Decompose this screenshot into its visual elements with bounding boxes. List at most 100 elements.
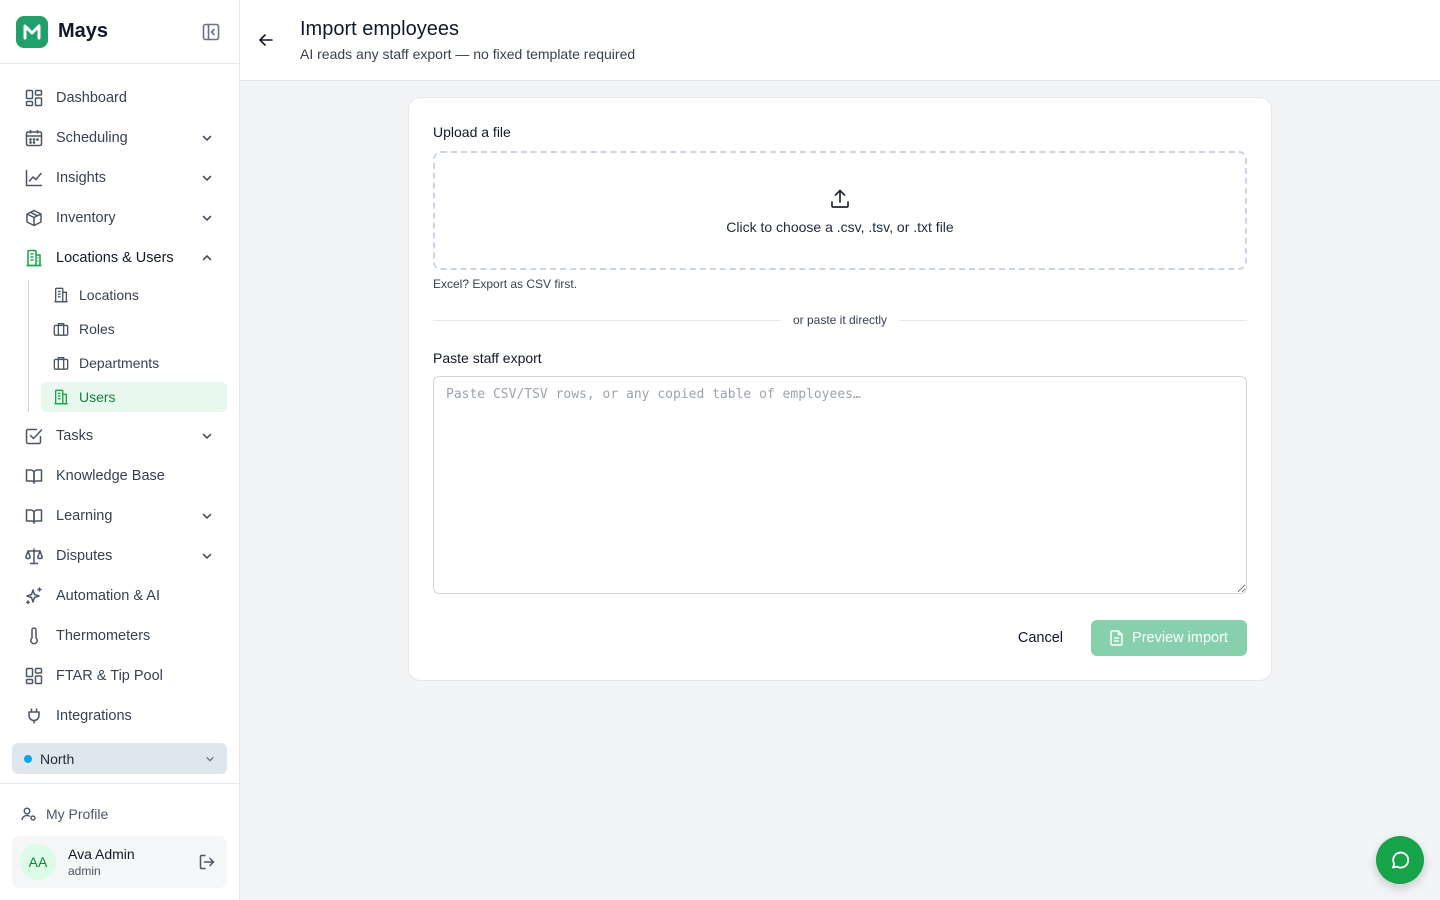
collapse-sidebar-icon[interactable] [199, 20, 223, 44]
divider-line [433, 319, 781, 321]
sidebar-item-label: FTAR & Tip Pool [56, 668, 163, 684]
chart-line-icon [24, 168, 44, 188]
sidebar-item-thermometers[interactable]: Thermometers [12, 616, 227, 656]
briefcase-icon [53, 355, 69, 371]
locations-users-subnav: Locations Roles Departments Users [28, 280, 227, 412]
paste-textarea[interactable] [433, 376, 1247, 594]
box-icon [24, 208, 44, 228]
sidebar-item-dashboard[interactable]: Dashboard [12, 78, 227, 118]
user-name: Ava Admin [68, 846, 135, 862]
sidebar-item-inventory[interactable]: Inventory [12, 198, 227, 238]
sidebar-subitem-locations[interactable]: Locations [41, 280, 227, 310]
briefcase-icon [53, 321, 69, 337]
sidebar-item-insights[interactable]: Insights [12, 158, 227, 198]
my-profile-link[interactable]: My Profile [12, 796, 227, 832]
sidebar-item-label: Thermometers [56, 628, 151, 644]
sidebar-item-label: Learning [56, 508, 113, 524]
preview-import-label: Preview import [1132, 630, 1228, 646]
back-arrow-icon[interactable] [254, 28, 278, 52]
sidebar-nav: Dashboard Scheduling Insights Inventory … [0, 64, 239, 736]
dashboard-icon [24, 88, 44, 108]
document-icon [1110, 630, 1124, 646]
sidebar-item-knowledge-base[interactable]: Knowledge Base [12, 456, 227, 496]
user-card: AA Ava Admin admin [12, 836, 227, 888]
sidebar: Mays Dashboard Scheduling Insights Inven… [0, 0, 240, 900]
sidebar-subitem-departments[interactable]: Departments [41, 348, 227, 378]
or-divider: or paste it directly [433, 312, 1248, 328]
my-profile-label: My Profile [46, 806, 109, 822]
chevron-down-icon [199, 130, 215, 146]
page-header: Import employees AI reads any staff expo… [240, 0, 1440, 81]
sidebar-item-label: Locations & Users [56, 250, 174, 266]
dashboard-icon [24, 666, 44, 686]
file-dropzone[interactable]: Click to choose a .csv, .tsv, or .txt fi… [433, 151, 1247, 270]
sidebar-subitem-roles[interactable]: Roles [41, 314, 227, 344]
upload-hint: Excel? Export as CSV first. [433, 277, 578, 291]
sidebar-item-label: Integrations [56, 708, 132, 724]
divider-text: or paste it directly [792, 313, 888, 327]
sidebar-item-scheduling[interactable]: Scheduling [12, 118, 227, 158]
building-icon [53, 389, 69, 405]
sidebar-item-ftar-tip-pool[interactable]: FTAR & Tip Pool [12, 656, 227, 696]
sidebar-subitem-label: Departments [79, 355, 160, 371]
chevron-down-icon [199, 508, 215, 524]
logout-icon[interactable] [195, 850, 219, 874]
sidebar-item-learning[interactable]: Learning [12, 496, 227, 536]
sidebar-footer: My Profile AA Ava Admin admin [0, 783, 239, 888]
preview-import-button[interactable]: Preview import [1091, 620, 1247, 656]
dropzone-text: Click to choose a .csv, .tsv, or .txt fi… [726, 218, 954, 235]
chevron-down-icon [199, 170, 215, 186]
sidebar-item-disputes[interactable]: Disputes [12, 536, 227, 576]
location-status-dot [24, 754, 32, 763]
page-subtitle: AI reads any staff export — no fixed tem… [300, 46, 636, 62]
location-selector-value: North [40, 750, 75, 767]
scale-icon [24, 546, 44, 566]
thermometer-icon [24, 626, 44, 646]
form-actions: Cancel Preview import [1002, 620, 1247, 656]
sidebar-item-label: Tasks [56, 428, 94, 444]
avatar[interactable]: AA [20, 844, 56, 880]
sidebar-item-label: Scheduling [56, 130, 128, 146]
sidebar-item-tasks[interactable]: Tasks [12, 416, 227, 456]
book-icon [24, 466, 44, 486]
chevron-down-icon [205, 754, 215, 764]
chevron-down-icon [199, 210, 215, 226]
sidebar-item-label: Inventory [56, 210, 116, 226]
sidebar-subitem-label: Users [79, 389, 116, 405]
mays-logo-icon[interactable] [16, 15, 48, 48]
import-card: Upload a file Click to choose a .csv, .t… [408, 97, 1272, 681]
sidebar-item-label: Insights [56, 170, 106, 186]
user-meta: Ava Admin admin [68, 845, 195, 879]
chevron-up-icon [199, 250, 215, 266]
sidebar-item-label: Knowledge Base [56, 468, 165, 484]
sidebar-subitem-label: Roles [79, 321, 115, 337]
plug-icon [24, 706, 44, 726]
sidebar-item-locations-users[interactable]: Locations & Users [12, 238, 227, 278]
sidebar-item-label: Disputes [56, 548, 113, 564]
sidebar-item-integrations[interactable]: Integrations [12, 696, 227, 736]
chat-bubble-icon[interactable] [1376, 836, 1424, 884]
book-icon [24, 506, 44, 526]
cancel-button[interactable]: Cancel [1002, 620, 1079, 656]
sidebar-item-label: Automation & AI [56, 588, 160, 604]
calendar-icon [24, 128, 44, 148]
user-role: admin [68, 864, 101, 878]
sparkles-icon [24, 586, 44, 606]
checkbox-icon [24, 426, 44, 446]
sidebar-subitem-label: Locations [79, 287, 139, 303]
building-icon [24, 248, 44, 268]
location-selector[interactable]: North [12, 743, 227, 774]
app-name: Mays [58, 20, 109, 42]
page-title: Import employees [300, 18, 459, 40]
building-icon [53, 287, 69, 303]
chevron-down-icon [199, 548, 215, 564]
upload-icon [829, 187, 851, 211]
brand-header: Mays [0, 0, 239, 64]
sidebar-item-label: Dashboard [56, 90, 127, 106]
paste-label: Paste staff export [433, 350, 542, 366]
sidebar-subitem-users[interactable]: Users [41, 382, 227, 412]
sidebar-item-automation-ai[interactable]: Automation & AI [12, 576, 227, 616]
upload-label: Upload a file [433, 124, 511, 140]
divider-line [899, 319, 1248, 321]
user-cog-icon [20, 805, 38, 823]
